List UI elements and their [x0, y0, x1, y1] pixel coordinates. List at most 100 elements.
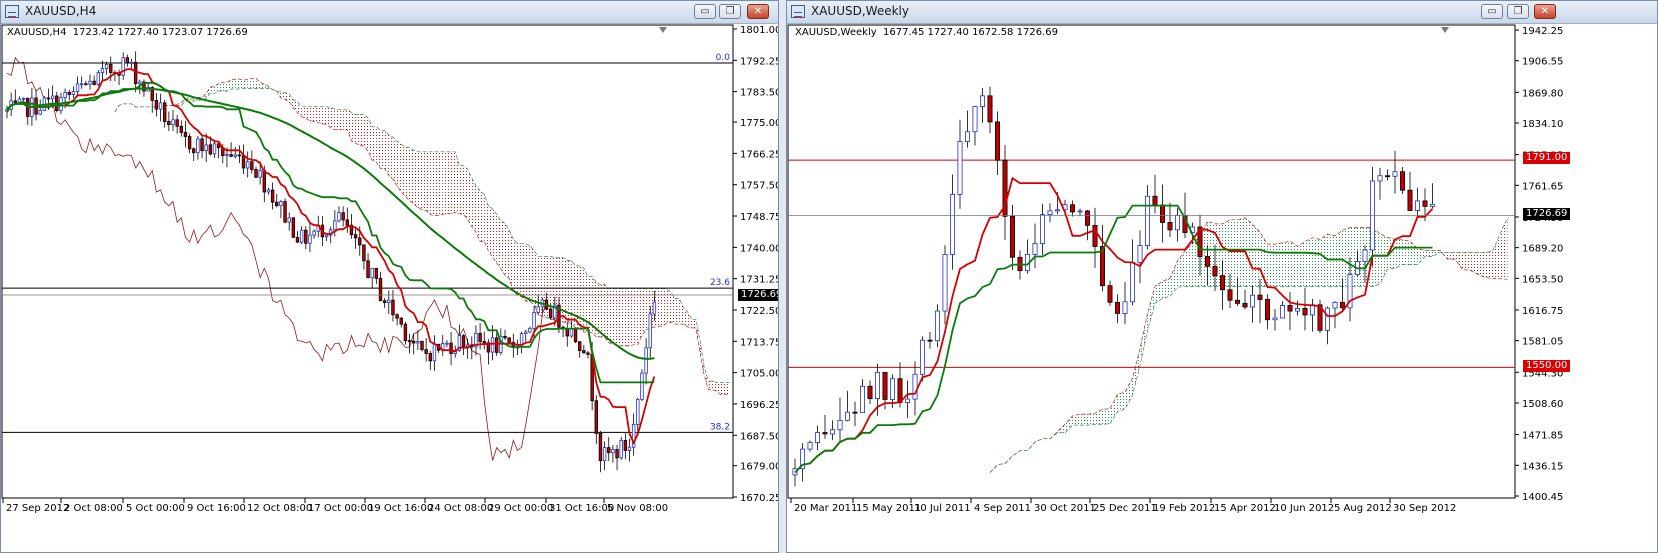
candle-body [312, 230, 316, 236]
ichimoku-cloud-segment [189, 98, 194, 102]
ichimoku-cloud-segment [1162, 278, 1170, 299]
candle-body [345, 219, 349, 226]
candle-body [807, 442, 813, 450]
candle-body [1069, 204, 1075, 213]
candle-body [71, 91, 76, 95]
candle-body [837, 420, 843, 431]
candle-body [308, 234, 312, 244]
candle-body [225, 154, 229, 157]
ichimoku-cloud-segment [1485, 251, 1493, 279]
price-tick-label: 1731.25 [740, 275, 778, 286]
candle-body [96, 72, 100, 85]
candle-body [1332, 301, 1338, 309]
ichimoku-cloud-segment [1455, 252, 1463, 270]
candle-body [258, 170, 262, 178]
close-button[interactable]: ✕ [1534, 4, 1556, 19]
candle-body [138, 81, 142, 85]
current-price-badge: 1726.69 [738, 289, 778, 301]
candle-body [1204, 256, 1210, 267]
candle-body [229, 154, 233, 157]
time-tick-label: 5 Aug 2012 [1334, 503, 1392, 514]
ichimoku-cloud-segment [509, 230, 514, 291]
ichimoku-cloud-segment [1492, 234, 1500, 279]
ichimoku-cloud-segment [529, 245, 535, 305]
ichimoku-cloud-segment [322, 106, 327, 125]
candle-body [241, 155, 246, 169]
candle-body [428, 353, 432, 362]
candle-body [208, 144, 213, 155]
candle-body [573, 328, 578, 343]
candle-body [623, 440, 628, 451]
ichimoku-cloud-segment [459, 165, 464, 215]
candle-body [1415, 200, 1421, 211]
candle-body [80, 83, 84, 86]
ichimoku-cloud-segment [301, 106, 306, 119]
candle-body [548, 308, 553, 319]
candle-body [503, 335, 507, 339]
candle-body [133, 61, 138, 85]
title-bar[interactable]: XAUUSD,Weekly ▭ ❐ ✕ [787, 1, 1657, 24]
candle-body [204, 144, 208, 152]
restore-button[interactable]: ❐ [719, 4, 741, 19]
minimize-button[interactable]: ▭ [1481, 4, 1503, 19]
close-button[interactable]: ✕ [747, 4, 769, 19]
candle-body [987, 95, 993, 123]
time-tick-label: 31 Oct 16:00 [549, 503, 614, 514]
price-tick-label: 1942.25 [1522, 26, 1563, 37]
price-tick-label: 1766.25 [740, 149, 778, 160]
symbol-ohlc-label: XAUUSD,Weekly 1677.45 1727.40 1672.58 17… [795, 27, 1058, 38]
ichimoku-cloud-segment [480, 191, 485, 242]
candle-body [594, 400, 598, 434]
candle-body [1159, 204, 1165, 223]
candle-body [245, 161, 250, 169]
candle-body [100, 68, 105, 74]
ichimoku-cloud-segment [1237, 217, 1245, 287]
resistance-level-badge: 1791.00 [1523, 152, 1571, 164]
candle-body [598, 433, 603, 462]
ichimoku-cloud-segment [256, 78, 261, 89]
candle-body [183, 132, 188, 137]
candle-body [1077, 210, 1083, 213]
fibonacci-level-label: 38.2 [710, 422, 730, 432]
ichimoku-cloud-segment [1402, 239, 1410, 265]
ichimoku-cloud-segment [608, 288, 613, 344]
candle-body [154, 99, 159, 110]
title-bar[interactable]: XAUUSD,H4 ▭ ❐ ✕ [1, 1, 778, 24]
candle-body [494, 337, 499, 353]
ichimoku-cloud-segment [505, 223, 510, 279]
ichimoku-cloud-segment [451, 151, 456, 214]
price-chart[interactable]: 1801.00 1792.25 1783.50 1775.00 1766.25 1757.… [1, 24, 778, 552]
ichimoku-cloud-segment [442, 151, 447, 215]
candle-body [84, 83, 88, 86]
ichimoku-cloud-segment [434, 151, 439, 216]
candle-body [158, 102, 163, 110]
price-chart[interactable]: 1942.251906.551869.801834.101797.351761.… [787, 24, 1657, 552]
chart-window-weekly[interactable]: XAUUSD,Weekly ▭ ❐ ✕ 1942.25 1906.55 1869.8… [786, 0, 1658, 553]
chart-window-h4[interactable]: XAUUSD,H4 ▭ ❐ ✕ 1801.00 1792.25 1783.50 177… [0, 0, 779, 553]
candle-body [179, 125, 183, 133]
ichimoku-cloud-segment [1305, 237, 1313, 287]
candle-body [1407, 189, 1413, 211]
candle-body [192, 148, 196, 154]
ichimoku-cloud-segment [1132, 348, 1140, 396]
candle-body [972, 106, 978, 133]
ichimoku-cloud-segment [206, 87, 211, 98]
candle-body [1392, 171, 1398, 177]
candle-body [582, 350, 586, 354]
ichimoku-cloud-segment [1185, 243, 1193, 287]
candle-body [652, 301, 657, 315]
candle-body [1377, 175, 1383, 182]
minimize-button[interactable]: ▭ [694, 4, 716, 19]
ichimoku-cloud-segment [343, 109, 348, 130]
time-tick-label: 5 Nov 08:00 [607, 503, 668, 514]
price-tick-label: 1670.25 [740, 493, 778, 504]
candle-body [125, 57, 130, 64]
candle-body [411, 340, 416, 344]
price-tick-label: 1748.75 [740, 212, 778, 223]
candle-body [212, 143, 217, 155]
ichimoku-cloud-segment [604, 284, 609, 343]
restore-button[interactable]: ❐ [1507, 4, 1529, 19]
ichimoku-cloud-segment [430, 151, 435, 216]
ichimoku-cloud-segment [1095, 409, 1103, 425]
time-tick-label: 20 Mar 2011 [794, 503, 857, 514]
